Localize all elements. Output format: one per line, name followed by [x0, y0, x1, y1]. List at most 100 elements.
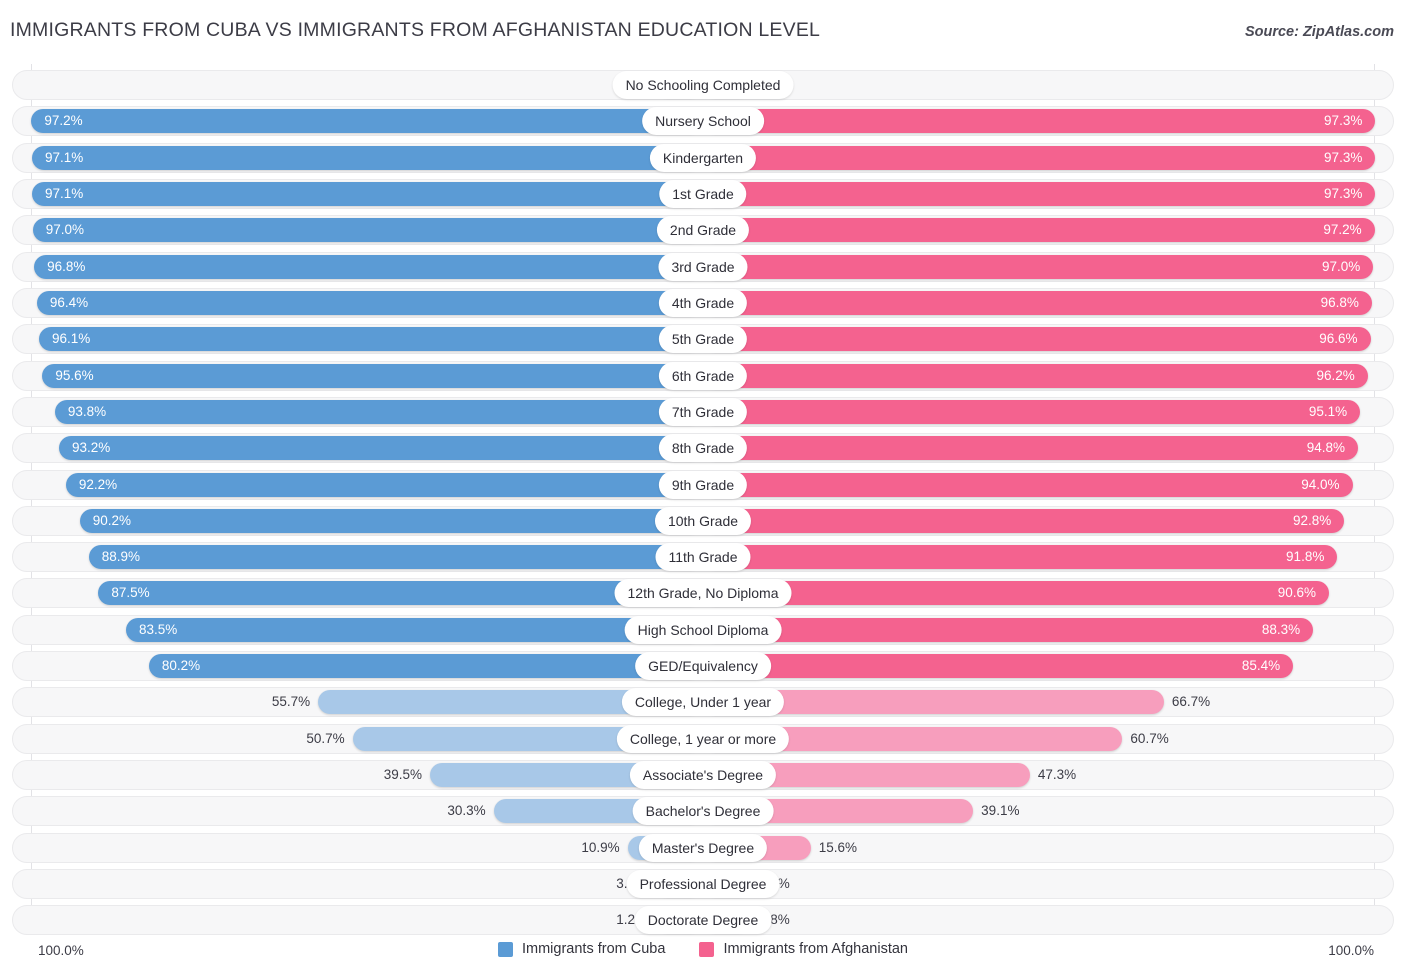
category-label: 10th Grade [654, 506, 752, 535]
legend-label: Immigrants from Cuba [522, 941, 666, 957]
chart-row: 97.0% 97.2% 2nd Grade [0, 215, 1406, 246]
bar-left-value: 96.1% [51, 331, 91, 347]
bar-right-value: 97.3% [1324, 149, 1363, 165]
bar-left-cuba[interactable] [88, 545, 703, 570]
category-label: 6th Grade [658, 361, 748, 390]
bar-right-value: 95.1% [1308, 403, 1348, 419]
category-label: Bachelor's Degree [632, 797, 774, 826]
category-label: 3rd Grade [658, 252, 748, 281]
chart-row: 10.9% 15.6% Master's Degree [0, 832, 1406, 863]
bar-left-cuba[interactable] [42, 363, 703, 388]
category-label: Nursery School [642, 107, 764, 136]
category-label: High School Diploma [624, 615, 782, 644]
bar-right-afghanistan[interactable] [703, 545, 1338, 570]
bar-left-value: 96.8% [47, 258, 86, 274]
bar-left-cuba[interactable] [65, 472, 703, 497]
bar-left-cuba[interactable] [98, 581, 703, 606]
bar-left-value: 97.2% [44, 113, 83, 129]
bar-left-value: 10.9% [581, 839, 620, 855]
bar-left-value: 80.2% [161, 658, 201, 674]
bar-left-cuba[interactable] [38, 327, 703, 352]
bar-right-value: 94.0% [1301, 476, 1340, 492]
bar-right-value: 94.8% [1306, 440, 1346, 456]
chart-row: 1.2% 1.8% Doctorate Degree [0, 905, 1406, 936]
category-label: Master's Degree [638, 833, 768, 862]
chart-row: 93.8% 95.1% 7th Grade [0, 396, 1406, 427]
chart-row: 96.1% 96.6% 5th Grade [0, 324, 1406, 355]
category-label: 9th Grade [658, 470, 748, 499]
category-label: College, 1 year or more [616, 724, 790, 753]
bar-left-value: 97.1% [45, 149, 84, 165]
bar-right-afghanistan[interactable] [703, 218, 1375, 243]
bar-right-afghanistan[interactable] [703, 109, 1376, 134]
category-label: 8th Grade [658, 434, 748, 463]
bar-right-afghanistan[interactable] [703, 617, 1314, 642]
category-label: 12th Grade, No Diploma [614, 579, 792, 608]
bar-right-value: 88.3% [1261, 621, 1301, 637]
category-label: Kindergarten [649, 143, 757, 172]
bar-left-value: 92.2% [78, 476, 118, 492]
chart-row: 55.7% 66.7% College, Under 1 year [0, 687, 1406, 718]
legend-item[interactable]: Immigrants from Afghanistan [699, 941, 908, 957]
bar-right-value: 60.7% [1130, 730, 1169, 746]
legend-item[interactable]: Immigrants from Cuba [498, 941, 665, 957]
bar-right-value: 97.0% [1321, 258, 1361, 274]
bar-left-value: 88.9% [101, 549, 140, 565]
category-label: No Schooling Completed [612, 71, 794, 99]
bar-left-cuba[interactable] [54, 399, 703, 424]
bar-right-afghanistan[interactable] [703, 508, 1345, 533]
category-label: Doctorate Degree [634, 906, 772, 935]
chart-row: 96.4% 96.8% 4th Grade [0, 287, 1406, 318]
bar-right-afghanistan[interactable] [703, 290, 1372, 315]
bar-left-value: 30.3% [447, 803, 486, 819]
bar-right-afghanistan[interactable] [703, 654, 1294, 679]
chart-row: 96.8% 97.0% 3rd Grade [0, 251, 1406, 282]
bar-left-cuba[interactable] [148, 654, 703, 679]
bar-right-value: 39.1% [981, 803, 1020, 819]
category-label: Professional Degree [626, 870, 780, 899]
bar-right-value: 90.6% [1277, 585, 1317, 601]
chart-legend: Immigrants from Cuba Immigrants from Afgh… [0, 941, 1406, 957]
bar-left-cuba[interactable] [79, 508, 703, 533]
bar-left-cuba[interactable] [32, 145, 703, 170]
bar-left-cuba[interactable] [32, 181, 703, 206]
bar-left-value: 90.2% [92, 512, 131, 528]
bar-right-afghanistan[interactable] [703, 436, 1359, 461]
bar-right-afghanistan[interactable] [703, 581, 1330, 606]
bar-left-cuba[interactable] [32, 218, 703, 243]
bar-left-cuba[interactable] [126, 617, 703, 642]
chart-row: 97.2% 97.3% Nursery School [0, 106, 1406, 137]
bar-left-value: 87.5% [111, 585, 150, 601]
category-label: GED/Equivalency [635, 652, 771, 681]
category-label: Associate's Degree [629, 761, 777, 790]
chart-row: 90.2% 92.8% 10th Grade [0, 505, 1406, 536]
bar-right-afghanistan[interactable] [703, 472, 1353, 497]
bar-left-value: 97.0% [45, 222, 84, 238]
bar-right-afghanistan[interactable] [703, 254, 1374, 279]
chart-plot-area: 2.8%2.7%No Schooling Completed 97.2% 97.3%… [0, 64, 1406, 938]
bar-right-value: 15.6% [818, 839, 858, 855]
bar-right-value: 92.8% [1292, 512, 1332, 528]
chart-row: 87.5% 90.6% 12th Grade, No Diploma [0, 578, 1406, 609]
chart-root: IMMIGRANTS FROM CUBA VS IMMIGRANTS FROM … [0, 0, 1406, 975]
bar-left-cuba[interactable] [34, 254, 703, 279]
chart-row: 93.2% 94.8% 8th Grade [0, 433, 1406, 464]
chart-row: 80.2% 85.4% GED/Equivalency [0, 651, 1406, 682]
bar-right-afghanistan[interactable] [703, 327, 1371, 352]
category-label: 7th Grade [658, 397, 748, 426]
bar-left-value: 83.5% [139, 621, 178, 637]
bar-right-value: 96.6% [1319, 331, 1358, 347]
legend-swatch-icon [498, 941, 513, 957]
bar-right-afghanistan[interactable] [703, 145, 1376, 170]
category-label: 1st Grade [659, 179, 747, 208]
bar-right-afghanistan[interactable] [703, 399, 1361, 424]
bar-right-value: 96.8% [1320, 294, 1359, 310]
bar-left-cuba[interactable] [59, 436, 703, 461]
chart-row: 50.7% 60.7% College, 1 year or more [0, 723, 1406, 754]
bar-left-cuba[interactable] [36, 290, 703, 315]
bar-right-afghanistan[interactable] [703, 181, 1376, 206]
bar-left-value: 97.1% [45, 185, 84, 201]
bar-left-cuba[interactable] [31, 109, 703, 134]
bar-right-afghanistan[interactable] [703, 363, 1368, 388]
legend-swatch-icon [699, 941, 715, 957]
